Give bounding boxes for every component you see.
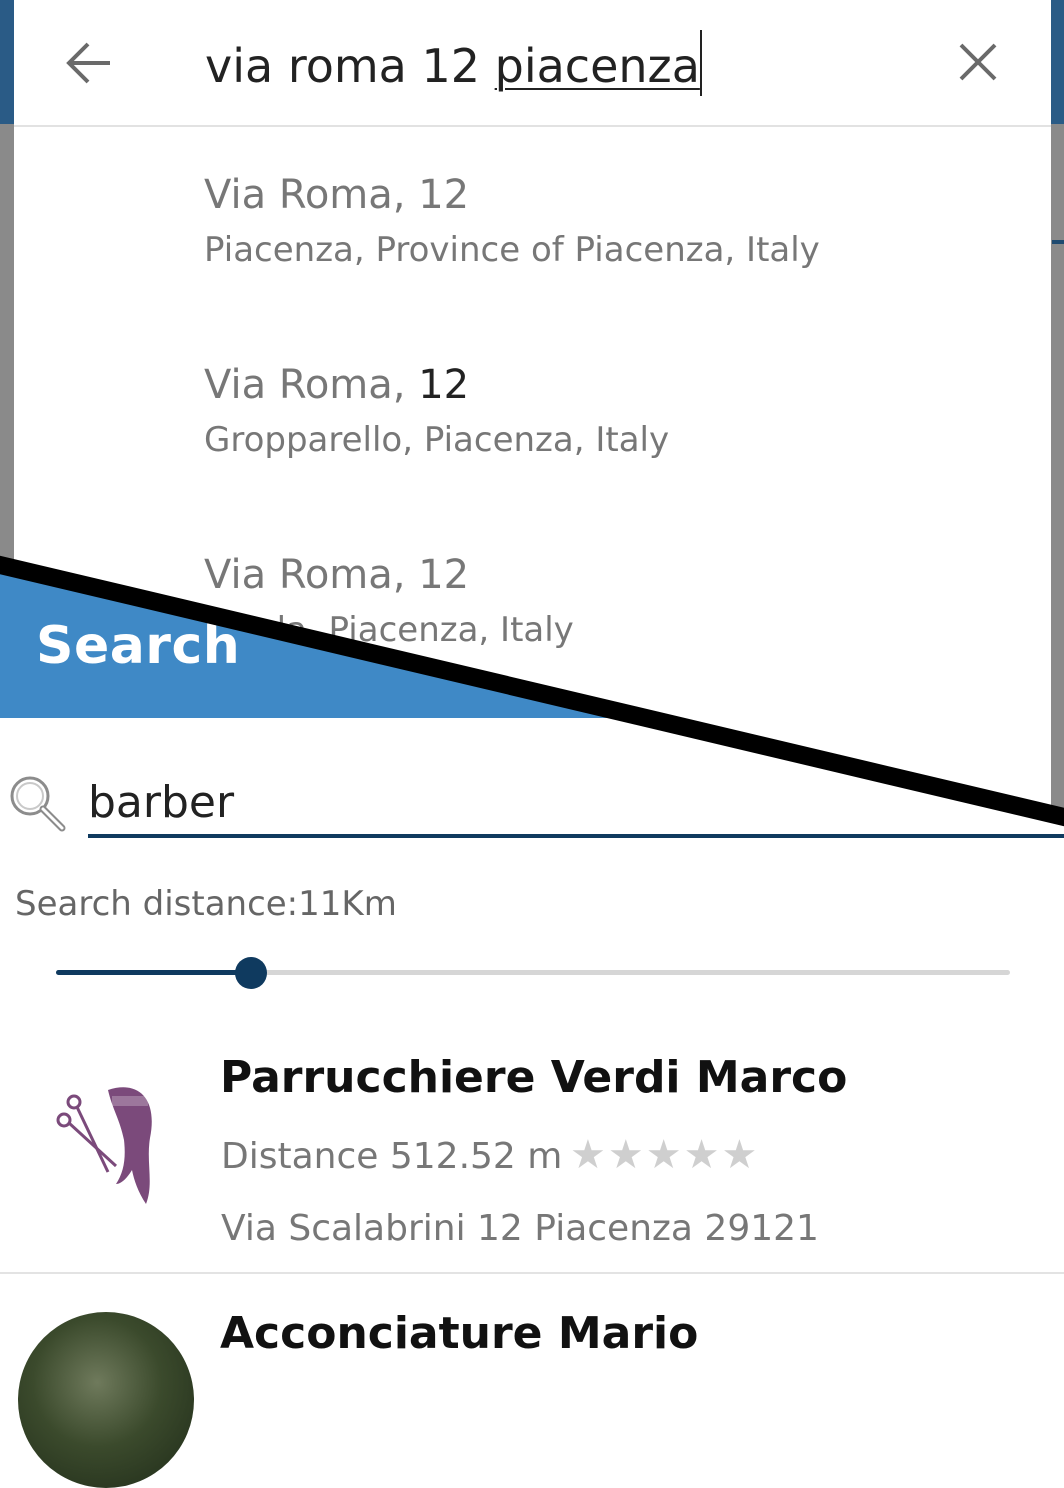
list-item[interactable]: Parrucchiere Verdi Marco Distance 512.52… xyxy=(0,1040,1064,1274)
page-title: Search xyxy=(36,616,241,676)
search-icon[interactable] xyxy=(4,770,68,834)
suggestion-item[interactable]: Via Roma, 12 Gropparello, Piacenza, Ital… xyxy=(14,340,1051,530)
suggestion-detail: Piacenza, Province of Piacenza, Italy xyxy=(204,230,820,270)
result-distance: Distance 512.52 m xyxy=(221,1136,563,1177)
result-name: Acconciature Mario xyxy=(220,1308,699,1359)
autocomplete-query-input[interactable]: via roma 12 piacenza xyxy=(205,30,702,96)
distance-slider[interactable] xyxy=(56,956,1010,990)
slider-thumb[interactable] xyxy=(234,957,267,989)
scissors-hair-logo-icon xyxy=(56,1087,152,1204)
suggestion-separator: , xyxy=(392,362,419,408)
avatar xyxy=(18,1312,194,1488)
suggestion-number: 12 xyxy=(418,172,470,218)
result-name: Parrucchiere Verdi Marco xyxy=(220,1052,848,1103)
result-address: Via Scalabrini 12 Piacenza 29121 xyxy=(221,1208,819,1249)
back-arrow-icon[interactable] xyxy=(64,38,114,88)
suggestion-number: 12 xyxy=(418,552,470,598)
search-distance-label: Search distance:11Km xyxy=(15,884,397,924)
suggestion-street: Via Roma xyxy=(204,552,393,598)
query-text: via roma 12 xyxy=(205,39,495,93)
suggestion-title: Via Roma, 12 xyxy=(204,362,469,408)
suggestion-separator: , xyxy=(392,552,419,598)
suggestion-title: Via Roma, 12 xyxy=(204,172,469,218)
suggestion-street: Via Roma xyxy=(204,172,393,218)
text-caret xyxy=(699,30,702,96)
slider-fill xyxy=(56,970,251,975)
suggestion-item[interactable]: Via Roma, 12 Piacenza, Province of Piace… xyxy=(14,150,1051,340)
suggestion-number: 12 xyxy=(418,362,470,408)
suggestion-title: Via Roma, 12 xyxy=(204,552,469,598)
rating-stars: ★★★★★ xyxy=(570,1132,760,1178)
query-composing-word: piacenza xyxy=(494,39,700,93)
suggestion-street: Via Roma xyxy=(204,362,393,408)
list-item[interactable]: Acconciature Mario xyxy=(0,1274,1064,1488)
close-icon[interactable] xyxy=(958,42,998,82)
autocomplete-search-bar: via roma 12 piacenza xyxy=(14,0,1051,127)
suggestion-detail: Gropparello, Piacenza, Italy xyxy=(204,420,670,460)
underlying-tab-indicator xyxy=(1052,240,1064,244)
suggestion-separator: , xyxy=(392,172,419,218)
